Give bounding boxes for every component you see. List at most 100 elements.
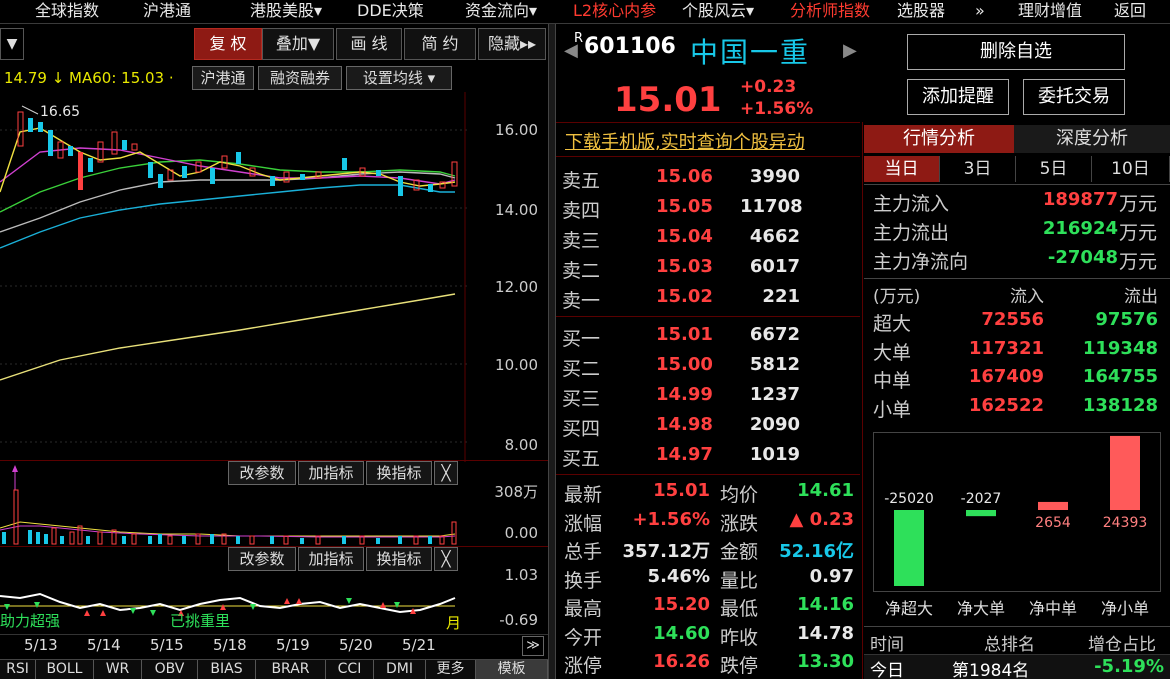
tab-more[interactable]: 更多	[426, 660, 476, 679]
inflow-value: 72556	[981, 309, 1044, 330]
menu-screener[interactable]: 选股器	[897, 0, 945, 24]
net-flow-value-label: 24393	[1103, 515, 1148, 531]
bid-volume: 1019	[749, 444, 800, 465]
ind-tick-top: 1.03	[504, 566, 538, 584]
order-size-label: 中单	[873, 370, 912, 392]
stat-label: 昨收	[720, 626, 759, 649]
ask-volume: 11708	[740, 196, 803, 217]
tab-boll[interactable]: BOLL	[36, 660, 94, 679]
divider	[864, 278, 1170, 279]
tab-bias[interactable]: BIAS	[198, 660, 256, 679]
flow-label: 主力流入	[873, 193, 950, 215]
bid-price: 15.00	[656, 354, 713, 375]
simple-mode-button[interactable]: 简 约	[404, 28, 476, 60]
mobile-promo-link[interactable]: 下载手机版,实时查询个股异动	[565, 128, 805, 154]
tab-3day[interactable]: 3日	[940, 156, 1016, 182]
bid-volume: 6672	[749, 324, 800, 345]
ind-tick-bottom: -0.69	[499, 611, 538, 629]
divider	[864, 184, 1170, 185]
tab-wr[interactable]: WR	[94, 660, 142, 679]
ind-switch-indicator-button[interactable]: 换指标	[366, 547, 432, 571]
tab-10day[interactable]: 10日	[1092, 156, 1170, 182]
place-order-button[interactable]: 委托交易	[1023, 79, 1125, 115]
menu-wealth[interactable]: 理财增值	[1018, 0, 1082, 24]
y-tick-8: 8.00	[504, 436, 538, 454]
ind-change-params-button[interactable]: 改参数	[228, 547, 296, 571]
menu-l2-insider[interactable]: L2核心内参	[573, 0, 656, 24]
restore-rights-button[interactable]: 复 权	[194, 28, 262, 60]
panel-splitter[interactable]	[548, 24, 556, 679]
bid-volume: 2090	[749, 414, 800, 435]
net-flow-bar	[966, 510, 996, 517]
ask-price: 15.03	[656, 256, 713, 277]
bid-volume: 1237	[749, 384, 800, 405]
net-flow-bar	[1110, 435, 1140, 510]
y-tick-12: 12.00	[495, 278, 538, 296]
ind-add-indicator-button[interactable]: 加指标	[298, 547, 364, 571]
menu-fund-flow[interactable]: 资金流向▾	[465, 0, 537, 24]
menu-back[interactable]: 返回	[1114, 0, 1146, 24]
tab-brar[interactable]: BRAR	[256, 660, 326, 679]
stat-value: 5.46%	[647, 565, 710, 587]
set-ma-dropdown[interactable]: 设置均线 ▾	[346, 66, 452, 90]
ask-label: 卖三	[562, 230, 601, 252]
hide-panel-button[interactable]: 隐藏▸▸	[478, 28, 546, 60]
date-label: 5/21	[402, 636, 436, 654]
footer-time-header: 时间	[870, 635, 904, 655]
flow-unit: 万元	[1119, 251, 1158, 273]
stat-label: 均价	[720, 484, 759, 506]
table-header-in: 流入	[1010, 287, 1044, 307]
vol-tick-top: 308万	[494, 483, 538, 501]
add-alert-button[interactable]: 添加提醒	[907, 79, 1009, 115]
tab-deep-analysis[interactable]: 深度分析	[1014, 125, 1170, 153]
scroll-right-button[interactable]: ≫	[522, 636, 544, 656]
tab-dmi[interactable]: DMI	[374, 660, 426, 679]
stat-value: 14.16	[797, 594, 854, 615]
margin-trading-tag[interactable]: 融资融券	[258, 66, 342, 90]
footer-ratio-header: 增仓占比	[1088, 635, 1156, 655]
remove-watchlist-button[interactable]: 删除自选	[907, 34, 1125, 70]
menu-more[interactable]: »	[975, 0, 985, 24]
inflow-value: 117321	[968, 337, 1044, 359]
tab-market-analysis[interactable]: 行情分析	[864, 125, 1014, 153]
ask-volume: 3990	[749, 166, 800, 187]
tab-today[interactable]: 当日	[864, 156, 940, 182]
tab-obv[interactable]: OBV	[142, 660, 198, 679]
stat-value: +1.56%	[632, 508, 710, 530]
menu-dde[interactable]: DDE决策	[357, 0, 424, 24]
ask-price: 15.06	[656, 166, 713, 187]
stat-label: 跌停	[720, 655, 759, 677]
menu-global-index[interactable]: 全球指数	[35, 0, 99, 24]
menu-stock-news[interactable]: 个股风云▾	[682, 0, 754, 24]
ind-signal-mid: 已挑重里	[170, 612, 231, 630]
stat-label: 涨跌	[720, 512, 759, 535]
ask-volume: 6017	[749, 256, 800, 277]
menu-hk-connect[interactable]: 沪港通	[143, 0, 191, 24]
stat-value: 14.78	[797, 622, 854, 644]
candlestick-chart	[0, 92, 470, 462]
ind-signal-right: 月	[446, 614, 462, 632]
period-dropdown[interactable]: ▼	[0, 28, 24, 60]
date-label: 5/13	[24, 636, 58, 654]
divider	[862, 122, 863, 679]
tab-cci[interactable]: CCI	[326, 660, 374, 679]
stat-label: 最新	[564, 484, 603, 506]
bid-price: 14.97	[656, 444, 713, 465]
divider	[556, 156, 860, 157]
overlay-button[interactable]: 叠加▼	[262, 28, 334, 60]
draw-line-button[interactable]: 画 线	[336, 28, 402, 60]
ind-close-button[interactable]: ╳	[434, 547, 458, 571]
stat-label: 量比	[720, 569, 759, 592]
tab-template[interactable]: 模板	[476, 660, 548, 679]
menu-hk-us-stocks[interactable]: 港股美股▾	[250, 0, 322, 24]
tab-rsi[interactable]: RSI	[0, 660, 36, 679]
bid-price: 14.99	[656, 384, 713, 405]
menu-analyst-index[interactable]: 分析师指数	[790, 0, 870, 24]
net-flow-bar	[894, 510, 924, 586]
ask-volume: 4662	[749, 226, 800, 247]
net-flow-category-label: 净超大	[885, 599, 933, 618]
ind-signal-left: 助力超强	[0, 612, 61, 630]
next-stock-arrow[interactable]: ▶	[843, 40, 857, 61]
tab-5day[interactable]: 5日	[1016, 156, 1092, 182]
hk-connect-tag[interactable]: 沪港通	[192, 66, 254, 90]
